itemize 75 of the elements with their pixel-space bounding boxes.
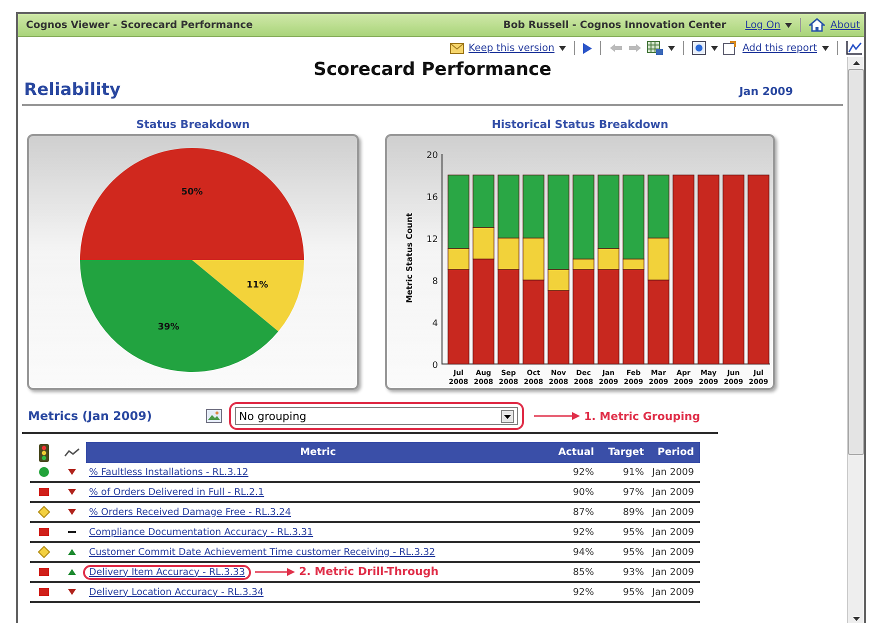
tick-label: 16 — [426, 193, 438, 203]
tick-label: 8 — [432, 277, 438, 287]
caret-icon[interactable] — [559, 46, 566, 50]
window-title: Cognos Viewer - Scorecard Performance — [26, 20, 254, 30]
caret-icon[interactable] — [711, 46, 718, 50]
grouping-dropdown[interactable]: No grouping — [235, 407, 518, 425]
table-cell: Jan 2009 — [650, 522, 700, 542]
axis-label: Metric Status Count — [405, 212, 414, 304]
picture-frame-icon[interactable] — [206, 409, 222, 423]
scrollbar[interactable] — [847, 57, 864, 623]
table-cell: Jan 2009 — [650, 463, 700, 482]
table-cell: 94% — [550, 542, 600, 562]
about-link[interactable]: About — [830, 20, 860, 30]
monitor-icon[interactable] — [692, 41, 706, 55]
table-cell: 95% — [600, 542, 650, 562]
chart-icon[interactable] — [846, 41, 862, 55]
play-icon[interactable] — [583, 42, 592, 54]
column-header: Metric — [86, 442, 550, 463]
table-cell: Jan 2009 — [650, 502, 700, 522]
metric-link[interactable]: % Faultless Installations - RL.3.12 — [89, 466, 248, 478]
table-cell: 93% — [600, 562, 650, 582]
section-title: Reliability — [24, 80, 121, 100]
grid-icon[interactable] — [647, 41, 664, 55]
metric-link[interactable]: % of Orders Delivered in Full - RL.2.1 — [89, 486, 264, 498]
callout-arrow — [255, 568, 296, 576]
metrics-heading: Metrics (Jan 2009) — [28, 409, 153, 423]
callout-label: 1. Metric Grouping — [584, 410, 700, 422]
user-name: Bob Russell - Cognos Innovation Center — [503, 20, 726, 30]
table-cell: 92% — [550, 582, 600, 602]
table-cell: 85% — [550, 562, 600, 582]
log-on-link[interactable]: Log On — [745, 20, 780, 30]
column-header: Actual — [550, 442, 600, 463]
home-icon[interactable] — [809, 18, 826, 32]
metric-link[interactable]: Customer Commit Date Achievement Time customer Receiving - RL.3.32 — [89, 546, 436, 558]
table-cell: 92% — [550, 522, 600, 542]
caret-icon[interactable] — [668, 46, 676, 50]
column-header: Period — [650, 442, 700, 463]
traffic-light-icon — [39, 444, 49, 462]
scrollbar-thumb[interactable] — [848, 69, 864, 455]
tick-label: 20 — [426, 151, 438, 161]
metric-link[interactable]: Compliance Documentation Accuracy - RL.3.31 — [89, 526, 314, 538]
tick-label: 4 — [432, 319, 438, 329]
slice-label: 39% — [158, 322, 180, 332]
slice-label: 11% — [246, 280, 268, 291]
trend-line-icon — [64, 448, 80, 458]
metric-link[interactable]: % Orders Received Damage Free - RL.3.24 — [89, 506, 292, 518]
metric-link[interactable]: Delivery Location Accuracy - RL.3.34 — [89, 586, 264, 598]
callout-arrow — [534, 412, 580, 420]
report-title: Scorecard Performance — [312, 59, 552, 80]
table-cell: 95% — [600, 582, 650, 602]
caret-icon[interactable] — [822, 46, 829, 50]
table-cell: Jan 2009 — [650, 482, 700, 502]
table-cell: 97% — [600, 482, 650, 502]
callout-label: 2. Metric Drill-Through — [299, 564, 439, 578]
keep-version-link[interactable]: Keep this version — [468, 42, 554, 54]
tick-label: 12 — [426, 235, 438, 245]
envelope-icon[interactable] — [450, 42, 464, 54]
slice-label: 50% — [181, 188, 203, 198]
table-cell: 91% — [600, 463, 650, 482]
document-icon[interactable] — [723, 41, 738, 55]
tick-label: 0 — [432, 361, 438, 371]
chart-title: Status Breakdown — [136, 118, 250, 131]
table-cell: 92% — [550, 463, 600, 482]
caret-icon[interactable] — [785, 22, 792, 28]
column-header: Target — [600, 442, 650, 463]
table-cell: 87% — [550, 502, 600, 522]
table-cell: 90% — [550, 482, 600, 502]
report-period: Jan 2009 — [739, 85, 793, 98]
table-cell: Jan 2009 — [650, 542, 700, 562]
table-cell: Jan 2009 — [650, 582, 700, 602]
chart-title: Historical Status Breakdown — [492, 118, 668, 131]
table-cell: 89% — [600, 502, 650, 522]
table-cell: 95% — [600, 522, 650, 542]
add-report-link[interactable]: Add this report — [742, 42, 817, 54]
table-cell: Jan 2009 — [650, 562, 700, 582]
